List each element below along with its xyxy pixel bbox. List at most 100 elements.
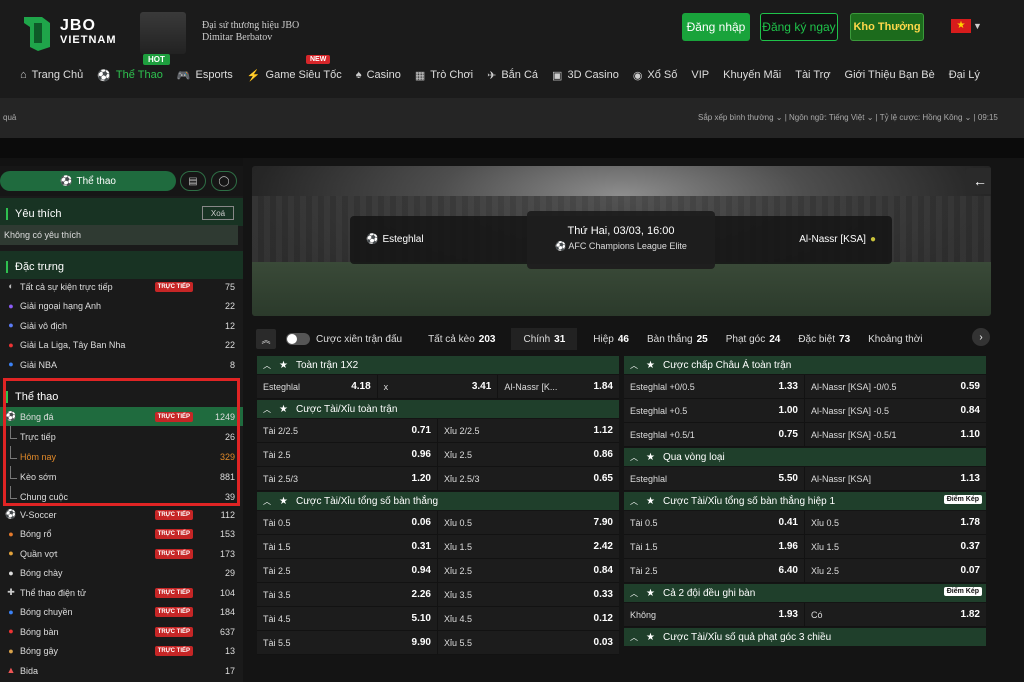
sidebar-item-sport[interactable]: ⚽ V-Soccer TRỰC TIẾP 112 — [0, 505, 243, 524]
chevron-up-icon[interactable]: ︿ — [263, 404, 271, 415]
nav-item-9[interactable]: VIP — [691, 69, 709, 81]
sidebar-item-featured[interactable]: ● Giải NBA 8 — [0, 355, 243, 374]
sidebar-item-featured[interactable]: ● Giải vô địch 12 — [0, 316, 243, 335]
nav-item-6[interactable]: ✈ Bắn Cá — [487, 69, 538, 82]
odds-cell[interactable]: Esteghlal +0.5/1 0.75 — [624, 423, 805, 446]
market-header[interactable]: ︿ ★ Qua vòng loại — [624, 448, 986, 466]
odds-cell[interactable]: Esteghlal +0.5 1.00 — [624, 399, 805, 422]
odds-cell[interactable]: Al-Nassr [K... 1.84 — [498, 375, 619, 398]
nav-item-0[interactable]: ⌂ Trang Chủ — [20, 69, 83, 81]
register-button[interactable]: Đăng ký ngay — [760, 13, 838, 41]
sidebar-item-football[interactable]: ⚽ Bóng đá TRỰC TIẾP 1249 — [0, 407, 243, 426]
odds-cell[interactable]: Xỉu 3.5 0.33 — [438, 583, 619, 606]
tab-market[interactable]: Tất cả kèo 203 — [426, 328, 497, 350]
odds-cell[interactable]: Xỉu 2.5/3 0.65 — [438, 467, 619, 490]
sidebar-item-featured[interactable]: ● Giải ngoại hạng Anh 22 — [0, 297, 243, 316]
odds-cell[interactable]: Xỉu 2.5 0.84 — [438, 559, 619, 582]
odds-cell[interactable]: Xỉu 2.5 0.07 — [805, 559, 986, 582]
nav-item-2[interactable]: 🎮 Esports — [177, 69, 233, 82]
odds-cell[interactable]: x 3.41 — [378, 375, 499, 398]
odds-cell[interactable]: Tài 2.5 6.40 — [624, 559, 805, 582]
star-icon[interactable]: ★ — [646, 496, 655, 507]
market-header[interactable]: ︿ ★ Cả 2 đội đều ghi bàn Điểm Kép — [624, 584, 986, 602]
nav-item-3[interactable]: ⚡ Game Siêu Tốc — [247, 69, 342, 82]
tab-market[interactable]: Chính 31 — [511, 328, 578, 350]
odds-cell[interactable]: Tài 0.5 0.41 — [624, 511, 805, 534]
user-icon[interactable]: ◯ — [211, 171, 237, 191]
tab-market[interactable]: Hiệp 46 — [591, 328, 631, 350]
market-header[interactable]: ︿ ★ Toàn trận 1X2 — [257, 356, 619, 374]
clear-favorites-button[interactable]: Xoá — [202, 206, 234, 220]
odds-cell[interactable]: Tài 2/2.5 0.71 — [257, 419, 438, 442]
odds-cell[interactable]: Xỉu 0.5 1.78 — [805, 511, 986, 534]
market-header[interactable]: ︿ ★ Cược Tài/Xỉu tổng số bàn thắng hiệp 1 Đ… — [624, 492, 986, 510]
odds-cell[interactable]: Al-Nassr [KSA] -0/0.5 0.59 — [805, 375, 986, 398]
sidebar-item-sport[interactable]: ● Bóng chuyền TRỰC TIẾP 184 — [0, 603, 243, 622]
sidebar-item-featured[interactable]: ◐ Tất cả sự kiện trực tiếp TRỰC TIẾP 75 — [0, 277, 243, 296]
sidebar-item-sport[interactable]: ● Bóng chày 29 — [0, 564, 243, 583]
nav-item-8[interactable]: ◉ Xổ Số — [633, 69, 678, 82]
nav-item-4[interactable]: ♠ Casino — [356, 69, 401, 81]
tab-market[interactable]: Đặc biệt 73 — [796, 328, 852, 350]
star-icon[interactable]: ★ — [646, 452, 655, 463]
sidebar-subitem[interactable]: Kèo sớm 881 — [0, 466, 243, 487]
odds-cell[interactable]: Tài 2.5 0.94 — [257, 559, 438, 582]
odds-cell[interactable]: Tài 1.5 1.96 — [624, 535, 805, 558]
chevron-up-icon[interactable]: ︿ — [630, 360, 638, 371]
subbar-settings[interactable]: Sắp xếp bình thường ⌄ | Ngôn ngữ: Tiếng … — [698, 113, 998, 122]
sidebar-subitem[interactable]: Trực tiếp 26 — [0, 426, 243, 447]
bonus-button[interactable]: Kho Thưởng — [850, 13, 924, 41]
nav-item-13[interactable]: Đại Lý — [949, 69, 980, 81]
tab-sports[interactable]: ⚽ Thể thao — [0, 171, 176, 191]
market-header[interactable]: ︿ ★ Cược chấp Châu Á toàn trận — [624, 356, 986, 374]
odds-cell[interactable]: Tài 3.5 2.26 — [257, 583, 438, 606]
odds-cell[interactable]: Tài 0.5 0.06 — [257, 511, 438, 534]
sidebar-item-sport[interactable]: ● Bóng gậy TRỰC TIẾP 13 — [0, 642, 243, 661]
chevron-up-icon[interactable]: ︿ — [630, 496, 638, 507]
star-icon[interactable]: ★ — [279, 404, 288, 415]
star-icon[interactable]: ★ — [279, 496, 288, 507]
nav-item-5[interactable]: ▦ Trò Chơi — [415, 69, 473, 82]
odds-cell[interactable]: Al-Nassr [KSA] -0.5/1 1.10 — [805, 423, 986, 446]
nav-item-10[interactable]: Khuyến Mãi — [723, 69, 781, 81]
chevron-up-icon[interactable]: ︿ — [630, 632, 638, 643]
sidebar-item-sport[interactable]: ● Bóng bàn TRỰC TIẾP 637 — [0, 622, 243, 641]
odds-cell[interactable]: Tài 1.5 0.31 — [257, 535, 438, 558]
logo[interactable]: JBO VIETNAM — [20, 12, 117, 54]
star-icon[interactable]: ★ — [646, 360, 655, 371]
tab-market[interactable]: Bàn thắng 25 — [645, 328, 710, 350]
back-arrow-icon[interactable]: ← — [966, 168, 991, 194]
market-header[interactable]: ︿ ★ Cược Tài/Xỉu toàn trận — [257, 400, 619, 418]
odds-cell[interactable]: Xỉu 1.5 2.42 — [438, 535, 619, 558]
chevron-right-icon[interactable]: › — [972, 328, 990, 346]
nav-item-1[interactable]: ⚽ Thể Thao — [97, 69, 163, 82]
login-button[interactable]: Đăng nhập — [682, 13, 750, 41]
chevron-up-icon[interactable]: ︿ — [630, 452, 638, 463]
odds-cell[interactable]: Esteghlal 4.18 — [257, 375, 378, 398]
sidebar-item-sport[interactable]: ▲ Bida 17 — [0, 661, 243, 680]
nav-item-7[interactable]: ▣ 3D Casino — [552, 69, 619, 82]
nav-item-12[interactable]: Giới Thiệu Bạn Bè — [845, 69, 935, 81]
collapse-all-icon[interactable]: ︽ — [256, 329, 276, 349]
odds-cell[interactable]: Không 1.93 — [624, 603, 805, 626]
vietnam-flag-icon[interactable]: ★ — [951, 19, 971, 33]
tab-market[interactable]: Khoảng thời — [866, 328, 924, 350]
odds-cell[interactable]: Có 1.82 — [805, 603, 986, 626]
market-header[interactable]: ︿ ★ Cược Tài/Xỉu tổng số bàn thắng — [257, 492, 619, 510]
sidebar-item-sport[interactable]: ● Bóng rổ TRỰC TIẾP 153 — [0, 525, 243, 544]
odds-cell[interactable]: Al-Nassr [KSA] 1.13 — [805, 467, 986, 490]
odds-cell[interactable]: Xỉu 4.5 0.12 — [438, 607, 619, 630]
sidebar-item-featured[interactable]: ● Giải La Liga, Tây Ban Nha 22 — [0, 336, 243, 355]
star-icon[interactable]: ★ — [646, 632, 655, 643]
odds-cell[interactable]: Xỉu 0.5 7.90 — [438, 511, 619, 534]
odds-cell[interactable]: Xỉu 2.5 0.86 — [438, 443, 619, 466]
chevron-up-icon[interactable]: ︿ — [630, 588, 638, 599]
odds-cell[interactable]: Tài 2.5/3 1.20 — [257, 467, 438, 490]
odds-cell[interactable]: Tài 4.5 5.10 — [257, 607, 438, 630]
odds-cell[interactable]: Xỉu 5.5 0.03 — [438, 631, 619, 654]
sidebar-item-sport[interactable]: ✚ Thể thao điện tử TRỰC TIẾP 104 — [0, 583, 243, 602]
sidebar-subitem[interactable]: Chung cuộc 39 — [0, 486, 243, 507]
star-icon[interactable]: ★ — [279, 360, 288, 371]
odds-cell[interactable]: Xỉu 1.5 0.37 — [805, 535, 986, 558]
odds-cell[interactable]: Xỉu 2/2.5 1.12 — [438, 419, 619, 442]
